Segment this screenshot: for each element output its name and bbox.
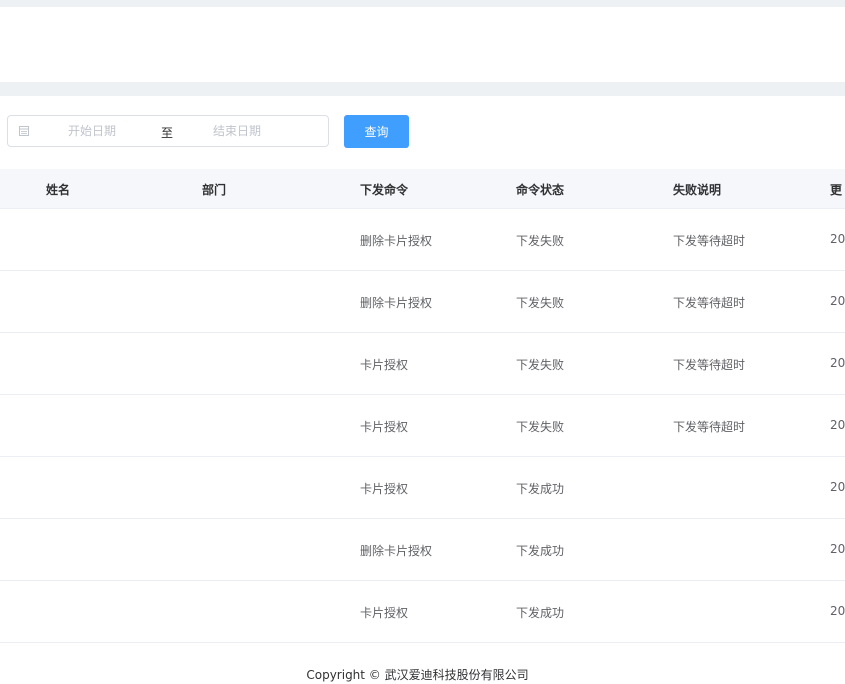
date-range-picker[interactable]: 至 [7,115,329,147]
cell-failure-reason: 下发等待超时 [673,296,746,310]
cell-updated: 20 [830,542,845,556]
cell-command: 删除卡片授权 [360,234,433,248]
cell-status: 下发成功 [516,606,565,620]
query-button[interactable]: 查询 [344,115,409,148]
end-date-input[interactable] [213,121,293,141]
column-header-department[interactable]: 部门 [202,181,226,198]
cell-status: 下发失败 [516,358,565,372]
cell-command: 卡片授权 [360,420,409,434]
cell-status: 下发成功 [516,544,565,558]
cell-status: 下发失败 [516,420,565,434]
cell-command: 删除卡片授权 [360,544,433,558]
copyright-text: Copyright © 武汉爱迪科技股份有限公司 [306,668,529,682]
cell-updated: 20 [830,232,845,246]
range-separator: 至 [161,126,174,140]
cell-updated: 20 [830,356,845,370]
calendar-icon [19,126,29,136]
cell-command: 卡片授权 [360,358,409,372]
cell-command: 卡片授权 [360,606,409,620]
cell-updated: 20 [830,294,845,308]
table-row: 卡片授权 下发成功 20 [0,581,845,643]
cell-updated: 20 [830,480,845,494]
column-header-updated[interactable]: 更 [830,181,845,198]
header-area [0,7,845,82]
cell-command: 删除卡片授权 [360,296,433,310]
cell-updated: 20 [830,604,845,618]
footer: Copyright © 武汉爱迪科技股份有限公司 [0,666,845,683]
cell-status: 下发失败 [516,234,565,248]
top-strip [0,0,845,7]
table-row: 删除卡片授权 下发失败 下发等待超时 20 [0,209,845,271]
column-header-failure-reason[interactable]: 失败说明 [673,181,721,198]
column-header-status[interactable]: 命令状态 [516,181,564,198]
cell-failure-reason: 下发等待超时 [673,420,746,434]
cell-failure-reason: 下发等待超时 [673,234,746,248]
column-header-command[interactable]: 下发命令 [360,181,408,198]
table-header: 姓名 部门 下发命令 命令状态 失败说明 更 [0,169,845,209]
cell-updated: 20 [830,418,845,432]
column-header-name[interactable]: 姓名 [46,181,70,198]
cell-failure-reason: 下发等待超时 [673,358,746,372]
table-row: 卡片授权 下发成功 20 [0,457,845,519]
table-row: 删除卡片授权 下发成功 20 [0,519,845,581]
cell-status: 下发失败 [516,296,565,310]
section-divider [0,82,845,96]
start-date-input[interactable] [68,121,148,141]
cell-command: 卡片授权 [360,482,409,496]
cell-status: 下发成功 [516,482,565,496]
table-row: 卡片授权 下发失败 下发等待超时 20 [0,395,845,457]
table-row: 删除卡片授权 下发失败 下发等待超时 20 [0,271,845,333]
table-row: 卡片授权 下发失败 下发等待超时 20 [0,333,845,395]
